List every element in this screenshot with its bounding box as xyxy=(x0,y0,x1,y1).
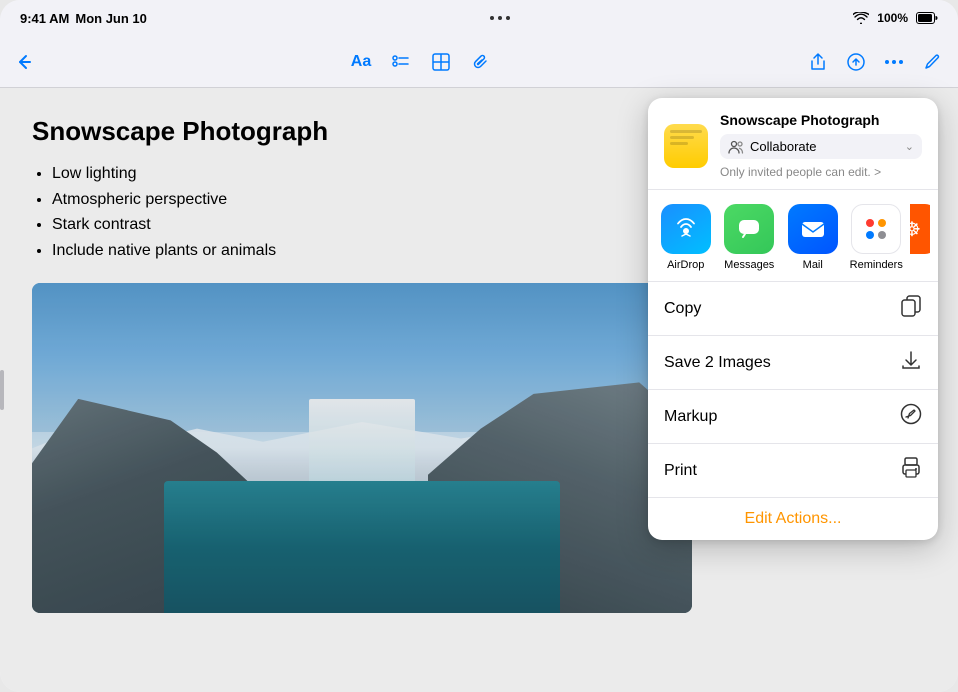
note-app-icon xyxy=(664,124,708,168)
share-note-title: Snowscape Photograph xyxy=(720,112,922,128)
status-bar: 9:41 AM Mon Jun 10 100% xyxy=(0,0,958,36)
back-button[interactable] xyxy=(16,53,34,71)
edit-actions-row[interactable]: Edit Actions... xyxy=(648,497,938,540)
battery-label: 100% xyxy=(877,11,908,25)
messages-icon xyxy=(724,204,774,254)
reminder-dot xyxy=(878,231,886,239)
more-button[interactable] xyxy=(884,58,904,66)
extra-app-icon: ☸ xyxy=(910,204,930,254)
collaborate-label: Collaborate xyxy=(750,139,817,154)
mail-app-item[interactable]: Mail xyxy=(783,204,843,271)
people-icon xyxy=(728,140,744,154)
copy-icon xyxy=(900,295,922,322)
share-apps-row: AirDrop Messages xyxy=(648,190,938,282)
format-text-button[interactable]: Aa xyxy=(351,53,371,71)
checklist-button[interactable] xyxy=(391,52,411,72)
note-icon-line xyxy=(670,136,694,139)
note-icon-line xyxy=(670,142,688,145)
print-icon xyxy=(900,457,922,484)
ipad-frame: 9:41 AM Mon Jun 10 100% xyxy=(0,0,958,692)
content-area: Snowscape Photograph Low lighting Atmosp… xyxy=(0,88,958,692)
table-button[interactable] xyxy=(431,52,451,72)
messages-app-item[interactable]: Messages xyxy=(720,204,780,271)
airdrop-icon xyxy=(661,204,711,254)
toolbar: Aa xyxy=(0,36,958,88)
only-invited-text[interactable]: Only invited people can edit. > xyxy=(720,165,922,179)
save-icon xyxy=(900,349,922,376)
dot2 xyxy=(498,16,502,20)
reminders-label: Reminders xyxy=(850,259,903,271)
time-label: 9:41 AM xyxy=(20,11,69,26)
copy-action-label: Copy xyxy=(664,300,701,318)
save-images-action[interactable]: Save 2 Images xyxy=(648,336,938,390)
print-action[interactable]: Print xyxy=(648,444,938,497)
share-header-text: Snowscape Photograph Collaborate ⌄ Only … xyxy=(720,112,922,179)
toolbar-right xyxy=(808,52,942,72)
messages-label: Messages xyxy=(724,259,774,271)
markup-action-label: Markup xyxy=(664,408,717,426)
share-actions: Copy Save 2 Images xyxy=(648,282,938,497)
copy-action[interactable]: Copy xyxy=(648,282,938,336)
status-bar-right: 100% xyxy=(853,11,938,25)
toolbar-center: Aa xyxy=(351,52,491,72)
mail-label: Mail xyxy=(803,259,823,271)
note-icon-line xyxy=(670,130,702,133)
battery-icon xyxy=(916,12,938,24)
print-action-label: Print xyxy=(664,462,697,480)
reminder-dot xyxy=(866,231,874,239)
collaborate-selector[interactable]: Collaborate ⌄ xyxy=(720,134,922,159)
status-bar-left: 9:41 AM Mon Jun 10 xyxy=(20,11,147,26)
edit-actions-label[interactable]: Edit Actions... xyxy=(745,510,842,527)
dot1 xyxy=(490,16,494,20)
markup-button[interactable] xyxy=(846,52,866,72)
airdrop-label: AirDrop xyxy=(667,259,704,271)
markup-action[interactable]: Markup xyxy=(648,390,938,444)
reminder-dot xyxy=(866,219,874,227)
mail-icon xyxy=(788,204,838,254)
share-panel: Snowscape Photograph Collaborate ⌄ Only … xyxy=(648,98,938,540)
date-label: Mon Jun 10 xyxy=(75,11,147,26)
reminders-dot-grid xyxy=(858,211,894,247)
reminders-icon xyxy=(851,204,901,254)
reminders-app-item[interactable]: Reminders xyxy=(847,204,907,271)
edit-button[interactable] xyxy=(922,52,942,72)
reminder-dot xyxy=(878,219,886,227)
more-app-item[interactable]: ☸ xyxy=(910,204,930,271)
save-images-label: Save 2 Images xyxy=(664,354,771,372)
dot3 xyxy=(506,16,510,20)
toolbar-left xyxy=(16,53,34,71)
markup-pen-icon xyxy=(900,403,922,430)
share-button[interactable] xyxy=(808,52,828,72)
status-bar-center xyxy=(490,16,510,20)
wifi-icon xyxy=(853,12,869,24)
attachment-button[interactable] xyxy=(471,52,491,72)
chevron-down-icon: ⌄ xyxy=(905,140,914,153)
share-panel-header: Snowscape Photograph Collaborate ⌄ Only … xyxy=(648,98,938,190)
airdrop-app-item[interactable]: AirDrop xyxy=(656,204,716,271)
